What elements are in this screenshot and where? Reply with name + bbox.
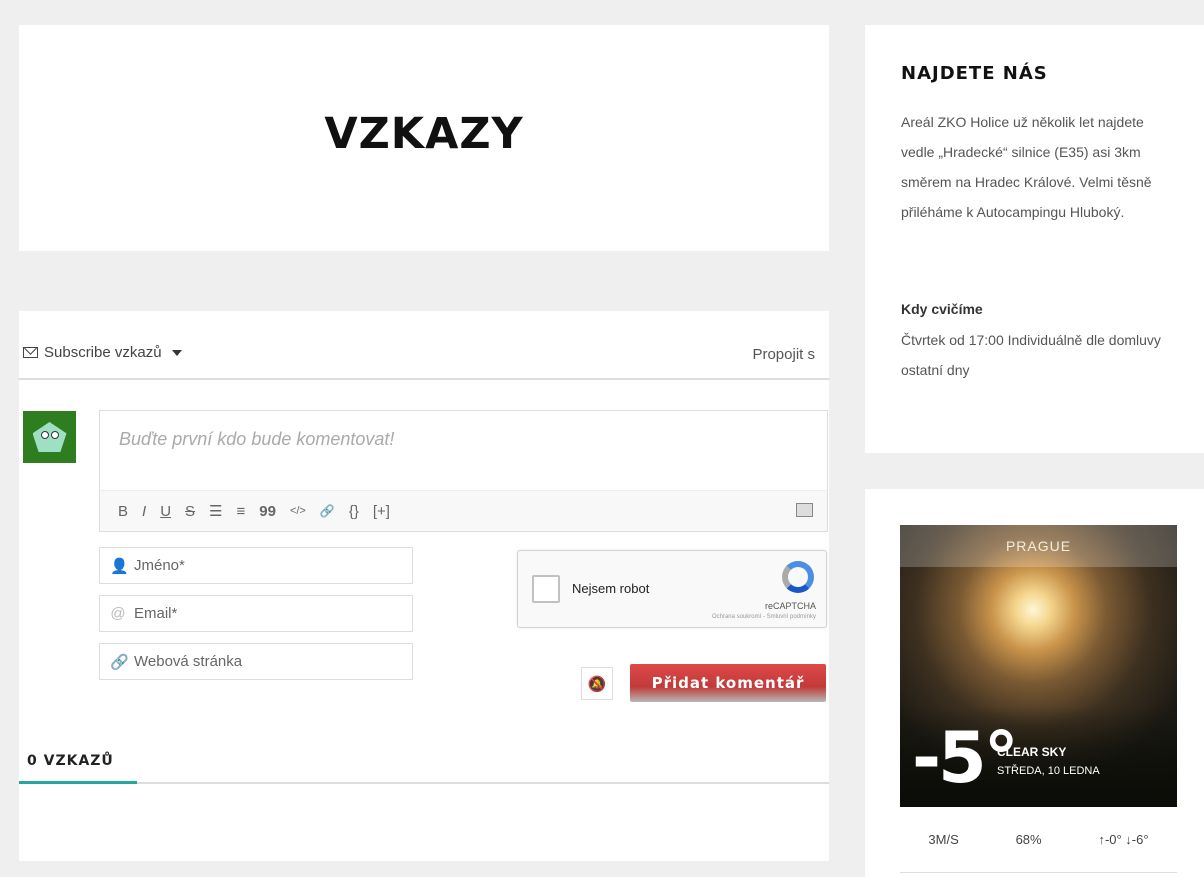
spoiler-button[interactable]: [+] — [373, 503, 390, 520]
subscribe-label: Subscribe vzkazů — [44, 344, 162, 361]
image-upload-icon[interactable] — [796, 503, 813, 517]
comments-section: Subscribe vzkazů Propojit s Buďte první … — [19, 311, 829, 861]
widget-heading: NAJDETE NÁS — [901, 63, 1048, 84]
weather-condition: CLEAR SKY — [997, 745, 1067, 759]
website-placeholder: Webová stránka — [134, 653, 243, 670]
chevron-down-icon — [171, 349, 182, 356]
find-us-widget: NAJDETE NÁS Areál ZKO Holice už několik … — [865, 25, 1204, 453]
connect-link[interactable]: Propojit s — [752, 346, 815, 363]
location-text: Areál ZKO Holice už několik let najdete … — [901, 114, 1152, 220]
weather-date: STŘEDA, 10 LEDNA — [997, 765, 1100, 777]
website-field[interactable]: 🔗 Webová stránka — [99, 643, 413, 680]
envelope-icon — [23, 347, 38, 358]
weather-image: PRAGUE -5° CLEAR SKY STŘEDA, 10 LEDNA — [900, 525, 1177, 807]
user-icon: 👤 — [110, 557, 129, 575]
recaptcha-checkbox[interactable] — [532, 575, 560, 603]
quote-button[interactable]: 99 — [259, 503, 276, 520]
underline-button[interactable]: U — [160, 503, 171, 520]
submit-comment-button[interactable]: Přidat komentář — [630, 664, 826, 702]
page-title: VZKAZY — [324, 109, 524, 159]
schedule-title: Kdy cvičíme — [901, 301, 983, 317]
email-field[interactable]: @ Email* — [99, 595, 413, 632]
avatar-face-icon — [32, 422, 67, 452]
recaptcha-terms[interactable]: Ochrana soukromí - Smluvní podmínky — [712, 614, 816, 620]
italic-button[interactable]: I — [142, 503, 146, 520]
subscribe-button[interactable]: Subscribe vzkazů — [23, 344, 182, 361]
divider — [19, 782, 829, 784]
bell-off-icon[interactable]: 🔕 — [581, 667, 613, 700]
schedule-text: Čtvrtek od 17:00 Individuálně dle domluv… — [901, 332, 1161, 378]
strikethrough-button[interactable]: S — [185, 503, 195, 520]
divider — [19, 378, 829, 380]
name-placeholder: Jméno* — [134, 557, 185, 574]
humidity: 68% — [1015, 832, 1042, 847]
weather-widget: PRAGUE -5° CLEAR SKY STŘEDA, 10 LEDNA 3M… — [865, 489, 1204, 877]
recaptcha-logo-icon — [782, 561, 814, 593]
wind-speed: 3M/S — [928, 832, 959, 847]
comment-editor[interactable]: Buďte první kdo bude komentovat! B I U S… — [99, 410, 828, 532]
ordered-list-button[interactable]: ☰ — [209, 502, 222, 520]
tab-indicator — [19, 781, 137, 784]
name-field[interactable]: 👤 Jméno* — [99, 547, 413, 584]
comment-count-tab[interactable]: 0 VZKAZŮ — [27, 753, 114, 769]
unordered-list-button[interactable]: ≡ — [237, 503, 246, 520]
code-button[interactable]: </> — [290, 505, 306, 517]
weather-city: PRAGUE — [900, 525, 1177, 567]
recaptcha-widget: Nejsem robot reCAPTCHA Ochrana soukromí … — [517, 550, 827, 628]
title-card: VZKAZY — [19, 25, 829, 251]
link-icon: 🔗 — [110, 653, 129, 671]
editor-toolbar: B I U S ☰ ≡ 99 </> 🔗 {} [+] — [100, 490, 827, 531]
recaptcha-label: Nejsem robot — [572, 581, 650, 596]
weather-stats: 3M/S 68% ↑-0° ↓-6° — [900, 807, 1177, 873]
bold-button[interactable]: B — [118, 503, 128, 520]
link-button[interactable]: 🔗 — [320, 504, 335, 518]
code-block-button[interactable]: {} — [349, 503, 359, 520]
recaptcha-brand: reCAPTCHA — [764, 601, 816, 611]
avatar — [23, 411, 76, 463]
email-placeholder: Email* — [134, 605, 178, 622]
at-icon: @ — [110, 605, 126, 622]
temperature-range: ↑-0° ↓-6° — [1098, 832, 1149, 847]
comment-placeholder[interactable]: Buďte první kdo bude komentovat! — [119, 429, 394, 450]
